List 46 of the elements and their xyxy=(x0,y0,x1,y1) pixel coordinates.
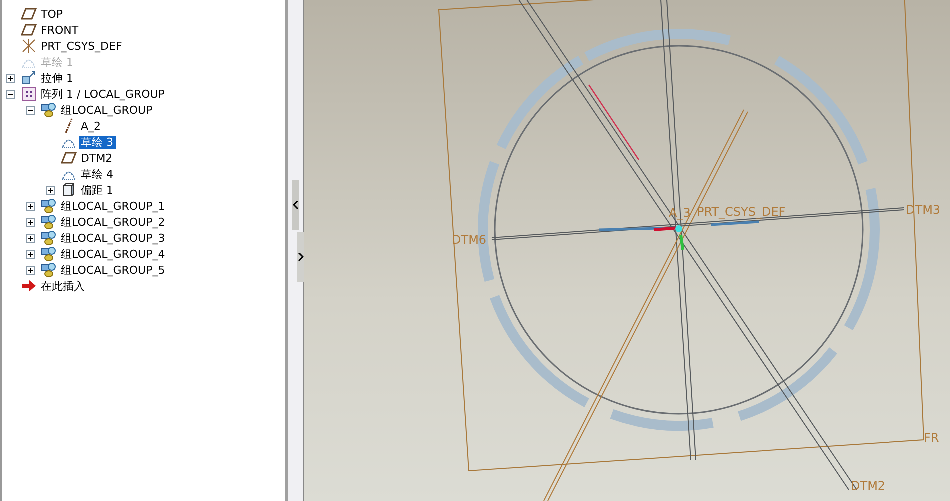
tree-item[interactable]: 组LOCAL_GROUP_1 xyxy=(59,200,168,212)
tree-item[interactable]: PRT_CSYS_DEF xyxy=(39,40,124,52)
tree-item[interactable]: 阵列 1 / LOCAL_GROUP xyxy=(39,88,167,100)
pattern-icon xyxy=(21,86,37,102)
group-icon xyxy=(41,246,57,262)
plane-icon xyxy=(21,6,37,22)
axes-icon xyxy=(21,38,37,54)
expand-toggle-icon[interactable] xyxy=(26,250,35,258)
tree-item[interactable]: 在此插入 xyxy=(39,280,87,292)
collapse-toggle-icon[interactable] xyxy=(6,90,15,98)
tree-item[interactable]: A_2 xyxy=(79,120,104,132)
expand-toggle-icon[interactable] xyxy=(26,218,35,226)
tree-item[interactable]: 组LOCAL_GROUP_3 xyxy=(59,232,168,244)
group-icon xyxy=(41,262,57,278)
expand-button[interactable] xyxy=(297,232,304,282)
tree-item[interactable]: 草绘 3 xyxy=(79,136,116,148)
tree-item[interactable]: 组LOCAL_GROUP_4 xyxy=(59,248,168,260)
expand-toggle-icon[interactable] xyxy=(26,266,35,274)
tree-item[interactable]: 组LOCAL_GROUP_5 xyxy=(59,264,168,276)
tree-item[interactable]: 组LOCAL_GROUP xyxy=(59,104,155,116)
chevron-left-icon xyxy=(292,201,298,209)
insert-arrow-icon xyxy=(21,278,37,294)
solid-icon xyxy=(61,182,77,198)
group-icon xyxy=(41,102,57,118)
plane-icon xyxy=(61,150,77,166)
tree-item[interactable]: FRONT xyxy=(39,24,81,36)
collapse-button[interactable] xyxy=(292,180,299,230)
expand-toggle-icon[interactable] xyxy=(6,74,15,82)
tree-item[interactable]: 偏距 1 xyxy=(79,184,116,196)
tree-item[interactable]: 拉伸 1 xyxy=(39,72,76,84)
expand-toggle-icon[interactable] xyxy=(26,234,35,242)
expand-toggle-icon[interactable] xyxy=(26,202,35,210)
plane-icon xyxy=(21,22,37,38)
group-icon xyxy=(41,198,57,214)
tree-item[interactable]: 草绘 4 xyxy=(79,168,116,180)
expand-toggle-icon[interactable] xyxy=(46,186,55,194)
datum-label: FR xyxy=(924,431,940,445)
extrude-icon xyxy=(21,70,37,86)
tree-item[interactable]: TOP xyxy=(39,8,66,20)
collapse-toggle-icon[interactable] xyxy=(26,106,35,114)
group-icon xyxy=(41,230,57,246)
chevron-right-icon xyxy=(298,253,304,261)
group-icon xyxy=(41,214,57,230)
datum-label: PRT_CSYS_DEF xyxy=(697,205,786,219)
tree-item[interactable]: DTM2 xyxy=(79,152,115,164)
tree-item[interactable]: 组LOCAL_GROUP_2 xyxy=(59,216,168,228)
